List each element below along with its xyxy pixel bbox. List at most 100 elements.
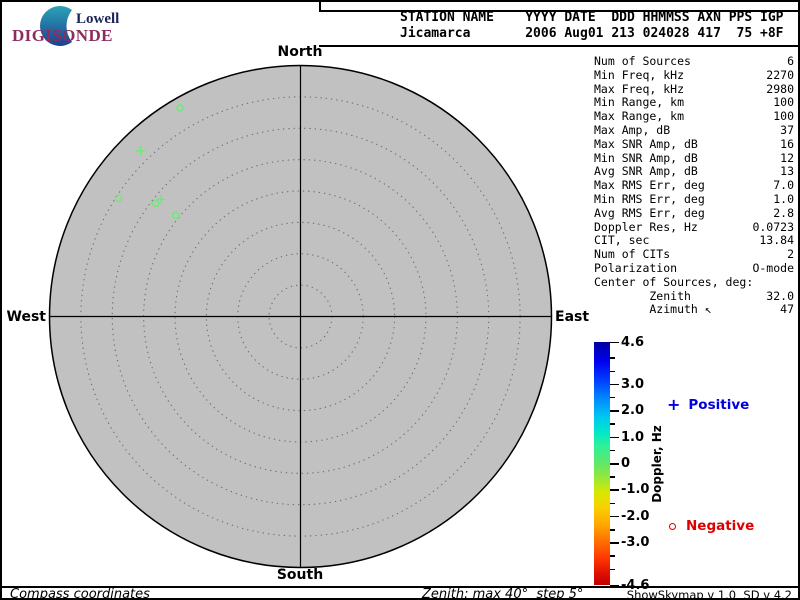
stat-label: Min RMS Err, deg <box>594 191 705 206</box>
stat-label: Avg RMS Err, deg <box>594 205 705 220</box>
skymap-polar-plot <box>48 64 553 569</box>
colorbar-major-tick <box>610 410 619 412</box>
stat-row: Min SNR Amp, dB 12 <box>594 150 794 166</box>
header-values-row: Jicamarca 2006 Aug01 213 024028 417 75 +… <box>400 26 784 41</box>
colorbar-major-tick <box>610 515 619 518</box>
stat-label: Max SNR Amp, dB <box>594 136 698 151</box>
stat-label: CIT, sec <box>594 233 650 248</box>
stat-row: Min Freq, kHz 2270 <box>594 67 794 83</box>
colorbar-tick-label: 0 <box>621 456 631 471</box>
colorbar-tick-label: -2.0 <box>621 508 650 524</box>
legend-positive-label: Positive <box>688 397 750 413</box>
footer-zenith-note: Zenith: max 40° step 5° <box>422 587 584 600</box>
colorbar-minor-tick <box>610 555 615 557</box>
colorbar-major-tick <box>610 436 619 439</box>
showskymap-window: Lowell DIGISONDE STATION NAME YYYY DATE … <box>0 0 800 600</box>
colorbar-major-tick <box>610 463 619 465</box>
header-bottom-line <box>319 45 798 47</box>
stat-row: Center of Sources, deg: <box>594 274 794 290</box>
colorbar-minor-tick <box>610 449 615 452</box>
colorbar-minor-tick <box>610 476 615 478</box>
stat-label: Num of CITs <box>594 247 671 262</box>
stat-row: Zenith 32.0 <box>594 288 794 304</box>
stat-value: 100 <box>773 95 794 110</box>
stat-label: Doppler Res, Hz <box>594 219 698 234</box>
negative-circle-icon <box>669 522 676 530</box>
stat-row: Avg SNR Amp, dB 13 <box>594 165 794 179</box>
colorbar-minor-tick <box>610 370 615 373</box>
colorbar-minor-tick <box>610 502 615 505</box>
stat-label: Zenith <box>594 288 691 303</box>
compass-label-west: West <box>6 309 46 325</box>
legend-negative-label: Negative <box>686 518 755 534</box>
stat-row: Num of Sources 6 <box>594 54 794 69</box>
stat-value: 6 <box>787 54 794 68</box>
colorbar-major-tick <box>610 489 619 491</box>
stat-row: CIT, sec 13.84 <box>594 234 794 248</box>
positive-plus-icon: + <box>667 395 681 414</box>
stat-row: Max RMS Err, deg 7.0 <box>594 178 794 193</box>
stat-value: 12 <box>780 150 794 165</box>
colorbar-tick-label: 1.0 <box>621 429 645 445</box>
stat-label: Max RMS Err, deg <box>594 178 705 193</box>
stat-label: Azimuth ↖ <box>594 302 712 317</box>
stat-row: Max Amp, dB 37 <box>594 122 794 138</box>
legend-negative: Negative <box>667 518 754 534</box>
stat-label: Max Freq, kHz <box>594 81 685 96</box>
stat-row: Max Range, km 100 <box>594 109 794 124</box>
stat-value: 37 <box>780 122 794 137</box>
stat-row: Max Freq, kHz 2980 <box>594 81 794 97</box>
stat-label: Center of Sources, deg: <box>594 274 754 289</box>
stat-value: 2 <box>787 247 794 262</box>
colorbar-minor-tick <box>610 529 615 531</box>
colorbar-minor-tick <box>610 396 615 399</box>
stat-label: Min SNR Amp, dB <box>594 150 698 165</box>
stat-value: 32.0 <box>766 288 794 303</box>
doppler-colorbar <box>594 342 610 585</box>
stat-row: Min Range, km 100 <box>594 96 794 110</box>
stat-value: 1.0 <box>773 191 794 206</box>
stat-row: Max SNR Amp, dB 16 <box>594 136 794 152</box>
colorbar-major-tick <box>610 542 619 544</box>
doppler-colorbar-title: Doppler, Hz <box>650 425 664 503</box>
stat-value: 7.0 <box>773 178 794 193</box>
logo-digisonde-text: DIGISONDE <box>12 26 113 45</box>
footer-coordinates-note: Compass coordinates <box>10 587 150 600</box>
stat-row: Doppler Res, Hz 0.0723 <box>594 219 794 235</box>
stat-row: Azimuth ↖ 47 <box>594 303 794 317</box>
colorbar-major-tick <box>610 584 619 586</box>
stat-label: Max Amp, dB <box>594 122 671 137</box>
legend-positive: + Positive <box>667 395 750 414</box>
stats-panel: Num of Sources 6 Min Freq, kHz 2270 Max Freq… <box>594 54 794 317</box>
header-columns-row: STATION NAME YYYY DATE DDD HHMMSS AXN PP… <box>400 10 784 25</box>
stat-value: 13 <box>780 164 794 179</box>
stat-label: Min Freq, kHz <box>594 67 685 82</box>
colorbar-minor-tick <box>610 357 615 359</box>
stat-value: 47 <box>780 302 794 317</box>
stat-row: Min RMS Err, deg 1.0 <box>594 191 794 207</box>
stat-value: 0.0723 <box>752 219 794 234</box>
stat-value: 13.84 <box>759 233 794 248</box>
stat-row: Num of CITs 2 <box>594 247 794 262</box>
stat-label: Avg SNR Amp, dB <box>594 164 698 179</box>
colorbar-tick-label: -4.6 <box>621 577 650 593</box>
stat-value: 2980 <box>766 81 794 96</box>
stat-value: 2.8 <box>773 205 794 220</box>
stat-label: Min Range, km <box>594 95 685 110</box>
colorbar-tick-label: 3.0 <box>621 376 645 392</box>
stat-row: Polarization O-mode <box>594 260 794 276</box>
stat-label: Polarization <box>594 260 678 275</box>
colorbar-minor-tick <box>610 423 615 425</box>
stat-label: Max Range, km <box>594 109 685 124</box>
stat-row: Avg RMS Err, deg 2.8 <box>594 205 794 221</box>
stat-value: O-mode <box>752 260 794 275</box>
stat-value: 2270 <box>766 67 794 82</box>
colorbar-minor-tick <box>610 568 615 571</box>
footer-version-text: ShowSkymap v 1.0 SD v 4.2 <box>626 588 792 600</box>
colorbar-tick-label: 4.6 <box>621 334 645 350</box>
stat-value: 16 <box>780 136 794 151</box>
colorbar-tick-label: -3.0 <box>621 535 650 551</box>
stat-label: Num of Sources <box>594 54 691 68</box>
colorbar-major-tick <box>610 341 619 343</box>
colorbar-tick-label: 2.0 <box>621 403 645 419</box>
